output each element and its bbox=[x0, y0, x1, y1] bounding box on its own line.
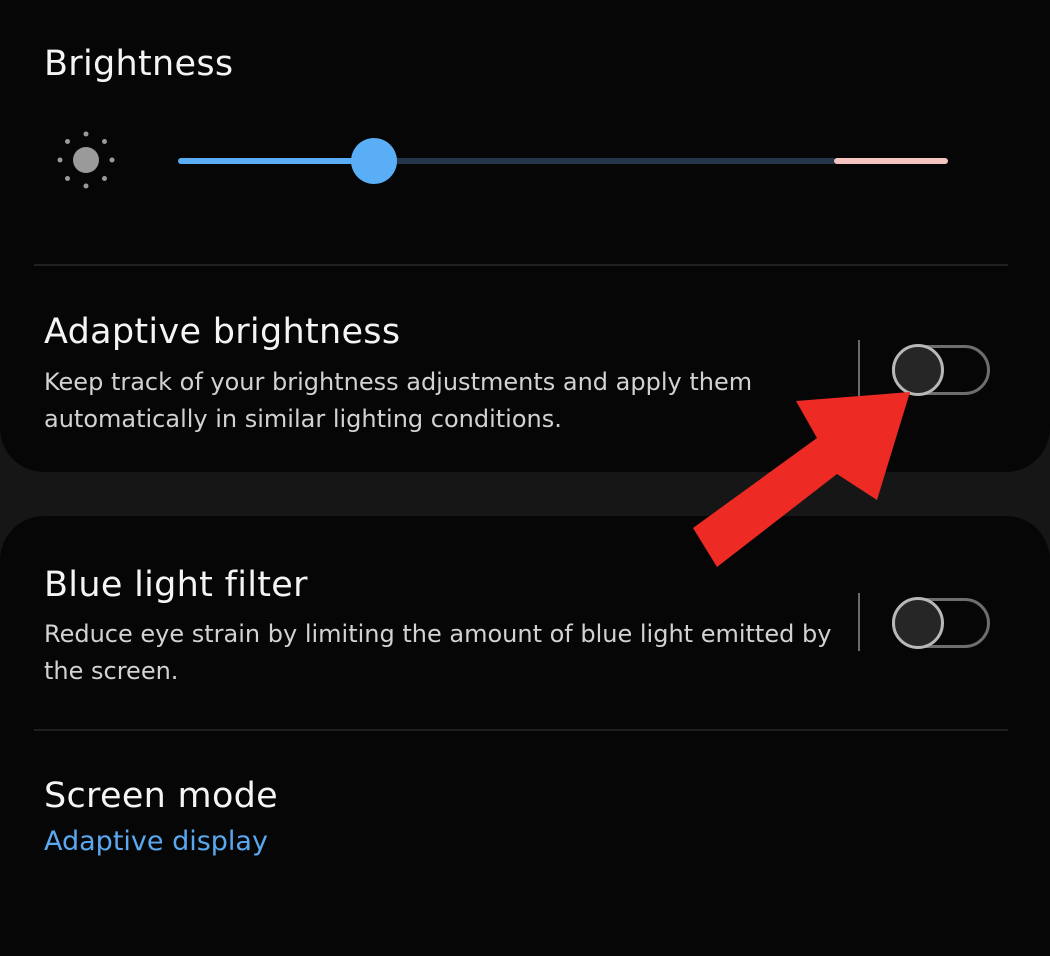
red-arrow-icon bbox=[693, 392, 910, 567]
